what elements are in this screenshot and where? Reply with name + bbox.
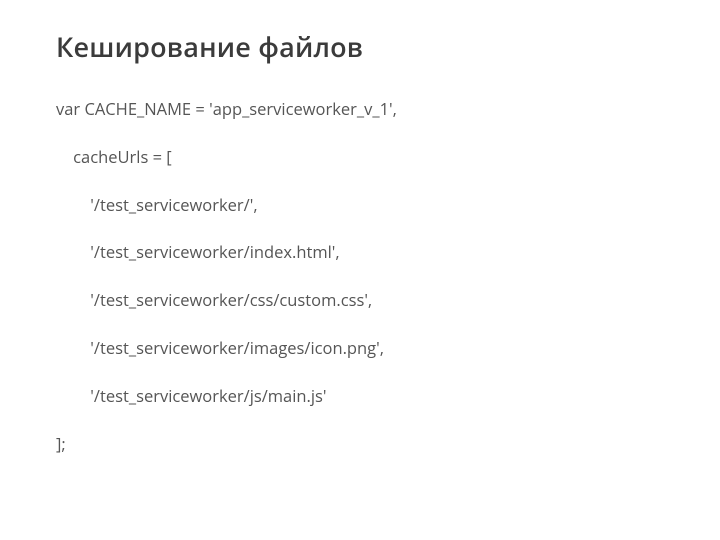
code-line: '/test_serviceworker/images/icon.png', <box>56 338 664 358</box>
code-line: cacheUrls = [ <box>56 147 664 167</box>
code-line: '/test_serviceworker/index.html', <box>56 242 664 262</box>
code-line: '/test_serviceworker/js/main.js' <box>56 386 664 406</box>
slide: Кеширование файлов var CACHE_NAME = 'app… <box>0 0 720 473</box>
code-block: var CACHE_NAME = 'app_serviceworker_v_1'… <box>56 99 664 453</box>
code-line: '/test_serviceworker/', <box>56 195 664 215</box>
code-line: ]; <box>56 434 664 454</box>
code-line: '/test_serviceworker/css/custom.css', <box>56 290 664 310</box>
slide-title: Кеширование файлов <box>56 28 664 65</box>
code-line: var CACHE_NAME = 'app_serviceworker_v_1'… <box>56 99 664 119</box>
